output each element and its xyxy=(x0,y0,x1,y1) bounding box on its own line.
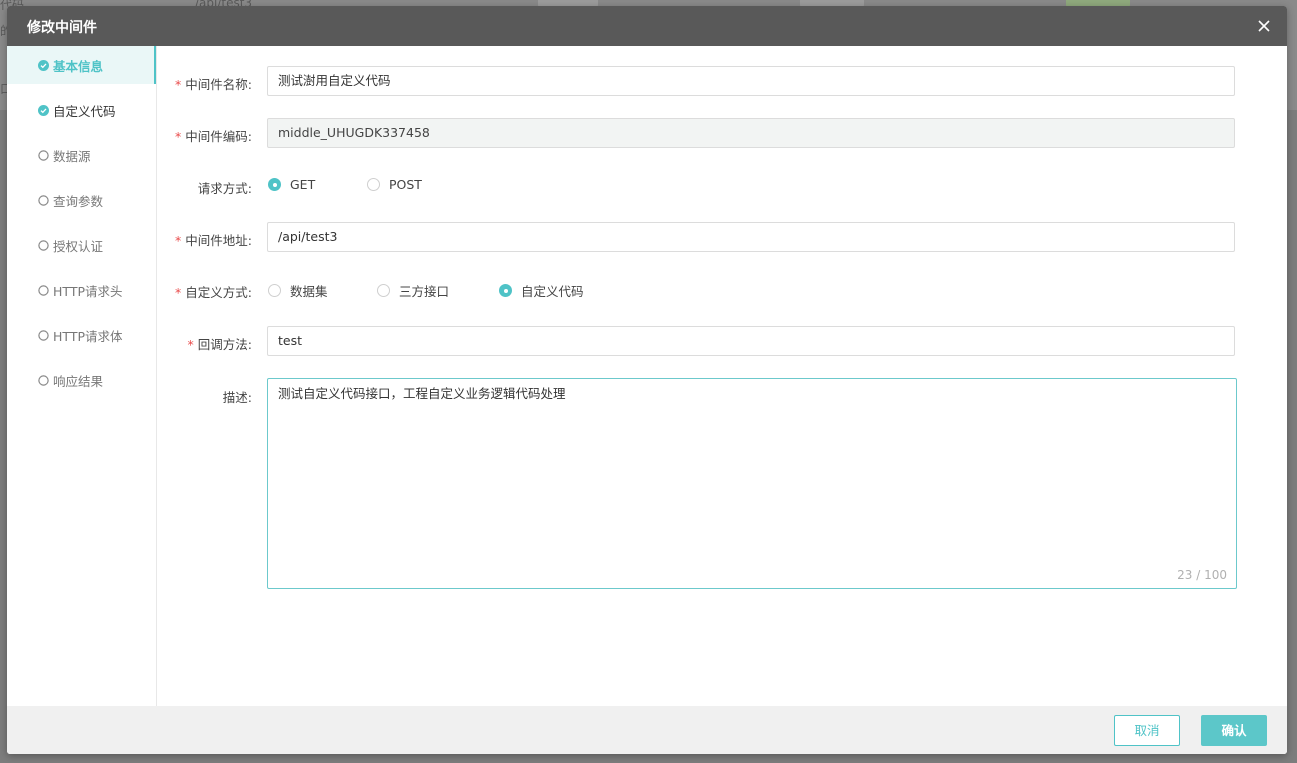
field-label: 请求方式: xyxy=(197,181,252,196)
circle-icon xyxy=(38,284,49,296)
char-counter: 23 / 100 xyxy=(1177,568,1227,582)
radio-dot xyxy=(377,284,390,297)
field-label: * 回调方法: xyxy=(187,337,252,352)
field-label: * 中间件地址: xyxy=(175,233,252,248)
radio-dot xyxy=(268,284,281,297)
confirm-button[interactable]: 确认 xyxy=(1201,715,1267,746)
required-mark: * xyxy=(175,77,182,92)
radio-third-party-api[interactable]: 三方接口 xyxy=(377,281,449,300)
field-label: * 自定义方式: xyxy=(175,285,252,300)
radio-dot xyxy=(268,178,281,191)
step-label: 基本信息 xyxy=(53,58,104,74)
radio-get[interactable]: GET xyxy=(268,177,315,192)
circle-icon xyxy=(38,149,49,161)
description-text: 测试自定义代码接口，工程自定义业务逻辑代码处理 xyxy=(278,386,566,401)
step-label: 查询参数 xyxy=(53,193,104,209)
required-mark: * xyxy=(175,129,182,144)
check-circle-icon xyxy=(38,59,49,71)
field-label: * 中间件名称: xyxy=(175,77,252,92)
radio-post[interactable]: POST xyxy=(367,177,422,192)
radio-dot xyxy=(367,178,380,191)
modal-title: 修改中间件 xyxy=(27,20,97,36)
step-label: 自定义代码 xyxy=(53,103,116,119)
close-icon[interactable] xyxy=(1253,15,1275,37)
step-http-body[interactable]: HTTP请求体 xyxy=(7,316,156,354)
middleware-name-input[interactable]: 测试澍用自定义代码 xyxy=(267,66,1235,96)
cancel-button[interactable]: 取消 xyxy=(1114,715,1180,746)
circle-icon xyxy=(38,329,49,341)
callback-method-input[interactable]: test xyxy=(267,326,1235,356)
modal-header: 修改中间件 xyxy=(7,6,1287,46)
step-label: 响应结果 xyxy=(53,373,104,389)
step-label: 授权认证 xyxy=(53,238,104,254)
step-query-params[interactable]: 查询参数 xyxy=(7,181,156,219)
required-mark: * xyxy=(175,233,182,248)
step-auth[interactable]: 授权认证 xyxy=(7,226,156,264)
step-label: 数据源 xyxy=(53,148,91,164)
step-response[interactable]: 响应结果 xyxy=(7,361,156,399)
field-label: 描述: xyxy=(222,390,252,405)
circle-icon xyxy=(38,374,49,386)
steps-sidebar: 基本信息 自定义代码 数据源 查询参数 授权认证 HTTP请求头 HTTP请求体… xyxy=(7,46,157,706)
step-custom-code[interactable]: 自定义代码 xyxy=(7,91,156,129)
middleware-address-input[interactable]: /api/test3 xyxy=(267,222,1235,252)
circle-icon xyxy=(38,239,49,251)
check-circle-icon xyxy=(38,104,49,116)
radio-custom-code[interactable]: 自定义代码 xyxy=(499,281,584,300)
required-mark: * xyxy=(187,337,194,352)
step-label: HTTP请求头 xyxy=(53,283,123,299)
edit-middleware-modal: 修改中间件 基本信息 自定义代码 数据源 查询参数 授权认证 HTTP请求头 H… xyxy=(7,6,1287,754)
modal-footer: 取消 确认 xyxy=(7,706,1287,754)
step-basic-info[interactable]: 基本信息 xyxy=(7,46,156,84)
basic-info-form: * 中间件名称: 测试澍用自定义代码 * 中间件编码: middle_UHUGDK3… xyxy=(157,46,1287,706)
field-label: * 中间件编码: xyxy=(175,129,252,144)
step-http-headers[interactable]: HTTP请求头 xyxy=(7,271,156,309)
step-label: HTTP请求体 xyxy=(53,328,123,344)
middleware-code-input: middle_UHUGDK337458 xyxy=(267,118,1235,148)
step-data-source[interactable]: 数据源 xyxy=(7,136,156,174)
radio-dot xyxy=(499,284,512,297)
required-mark: * xyxy=(175,285,182,300)
description-textarea[interactable]: 测试自定义代码接口，工程自定义业务逻辑代码处理 23 / 100 xyxy=(267,378,1237,589)
circle-icon xyxy=(38,194,49,206)
radio-dataset[interactable]: 数据集 xyxy=(268,281,328,300)
